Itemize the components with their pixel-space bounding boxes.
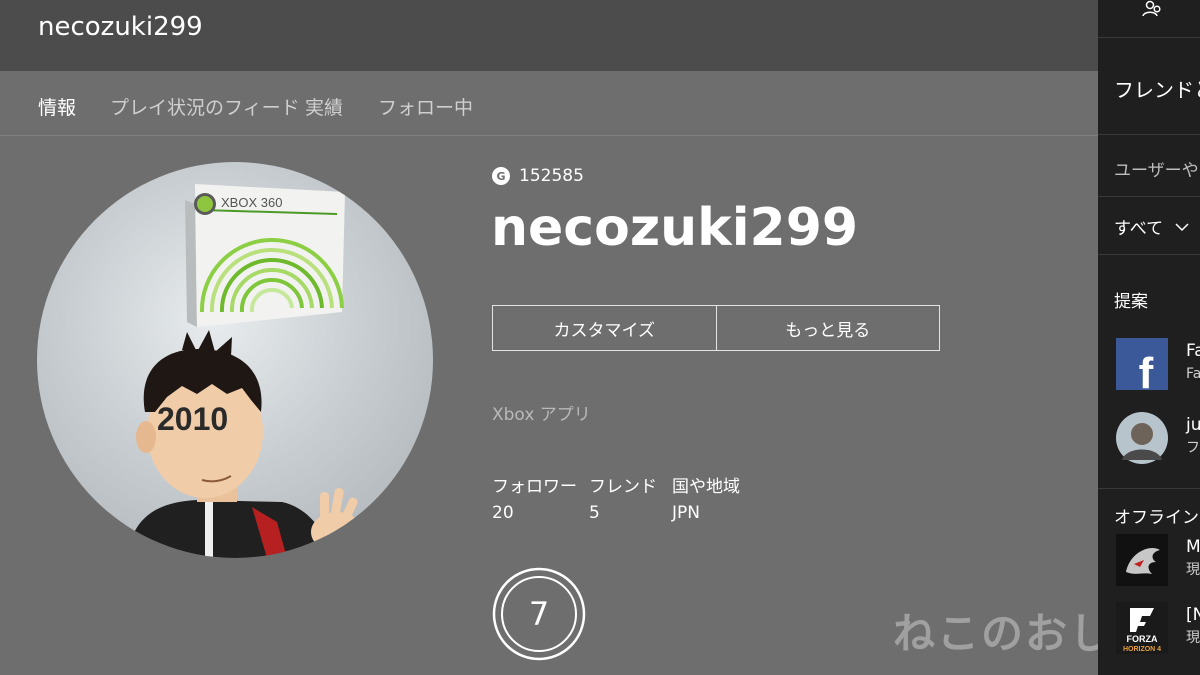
divider — [1098, 488, 1200, 489]
tab-following[interactable]: フォロー中 — [378, 93, 473, 120]
glasses-2010: 2010 — [157, 401, 228, 437]
dragon-avatar — [1116, 534, 1168, 586]
chevron-down-icon — [1175, 217, 1189, 237]
suggestion-item[interactable]: f Fa Fa — [1116, 338, 1200, 398]
suggestions-heading: 提案 — [1114, 292, 1148, 312]
stat-region: 国や地域 JPN — [672, 472, 740, 523]
avatar-illustration: XBOX 360 2010 — [127, 184, 366, 558]
suggestion-name: Fa — [1186, 341, 1200, 361]
stat-friends[interactable]: フレンド 5 — [589, 472, 657, 523]
tab-info[interactable]: 情報 — [38, 93, 76, 120]
stat-value: 20 — [492, 503, 514, 523]
stat-value: JPN — [672, 503, 700, 523]
user-avatar — [1116, 412, 1168, 464]
stat-label: フレンド — [589, 477, 657, 497]
svg-text:FORZA: FORZA — [1127, 634, 1158, 644]
filter-label: すべて — [1114, 219, 1164, 239]
tab-activity-feed[interactable]: プレイ状況のフィード — [110, 93, 300, 120]
title-bar: necozuki299 — [0, 0, 1098, 71]
suggestion-name: ju — [1186, 415, 1200, 435]
friends-panel: フレンドと ユーザーやク すべて 提案 f Fa Fa — [1098, 0, 1200, 675]
reputation-badge[interactable]: 7 — [492, 567, 586, 661]
xbox-360-logo: XBOX 360 — [221, 195, 282, 210]
facebook-icon: f — [1116, 338, 1168, 398]
forza-horizon-4-avatar: FORZA HORIZON 4 — [1116, 602, 1168, 654]
friend-item[interactable]: M 現 — [1116, 534, 1200, 586]
friend-search-input[interactable]: ユーザーやク — [1114, 156, 1200, 181]
filter-dropdown[interactable]: すべて — [1114, 214, 1189, 239]
app-label: Xbox アプリ — [492, 405, 591, 425]
svg-text:f: f — [1139, 349, 1154, 390]
offline-heading: オフライン(7 — [1114, 508, 1200, 528]
stat-value: 5 — [589, 503, 600, 523]
stat-label: 国や地域 — [672, 477, 740, 497]
gamerscore-value: 152585 — [519, 166, 584, 186]
watermark: ねこのおしごと — [893, 609, 1098, 658]
friend-name: M — [1186, 537, 1200, 557]
profile-action-buttons: カスタマイズ もっと見る — [492, 305, 940, 351]
friend-status: 現 — [1186, 630, 1200, 646]
stat-followers[interactable]: フォロワー 20 — [492, 472, 577, 523]
see-more-button[interactable]: もっと見る — [715, 306, 940, 350]
divider — [1098, 254, 1200, 255]
stat-label: フォロワー — [492, 477, 577, 497]
suggestion-item[interactable]: ju フ — [1116, 412, 1200, 464]
profile-tabs: 情報 プレイ状況のフィード 実績 フォロー中 — [0, 71, 1098, 136]
friend-name: [N — [1186, 605, 1200, 625]
divider — [1098, 196, 1200, 197]
svg-text:HORIZON 4: HORIZON 4 — [1123, 646, 1161, 653]
xbox-360-box: XBOX 360 — [185, 184, 345, 327]
gamerscore: G 152585 — [492, 166, 584, 186]
friend-item[interactable]: FORZA HORIZON 4 [N 現 — [1116, 602, 1200, 654]
tab-achievements[interactable]: 実績 — [305, 93, 343, 120]
reputation-level: 7 — [529, 595, 549, 633]
main-content: necozuki299 情報 プレイ状況のフィード 実績 フォロー中 XBOX … — [0, 0, 1098, 675]
gamertag: necozuki299 — [491, 198, 859, 258]
friends-panel-title: フレンドと — [1114, 78, 1200, 102]
profile-avatar: XBOX 360 2010 — [37, 162, 433, 558]
window-title: necozuki299 — [38, 12, 203, 42]
suggestion-subtitle: フ — [1186, 440, 1200, 456]
suggestion-subtitle: Fa — [1186, 366, 1200, 382]
panel-top-bar — [1098, 0, 1200, 38]
people-icon[interactable] — [1142, 0, 1164, 26]
gamerscore-icon: G — [492, 167, 510, 185]
divider — [1098, 134, 1200, 135]
friend-status: 現 — [1186, 562, 1200, 578]
glasses-text: 2010 — [157, 401, 228, 437]
customize-button[interactable]: カスタマイズ — [493, 306, 716, 350]
